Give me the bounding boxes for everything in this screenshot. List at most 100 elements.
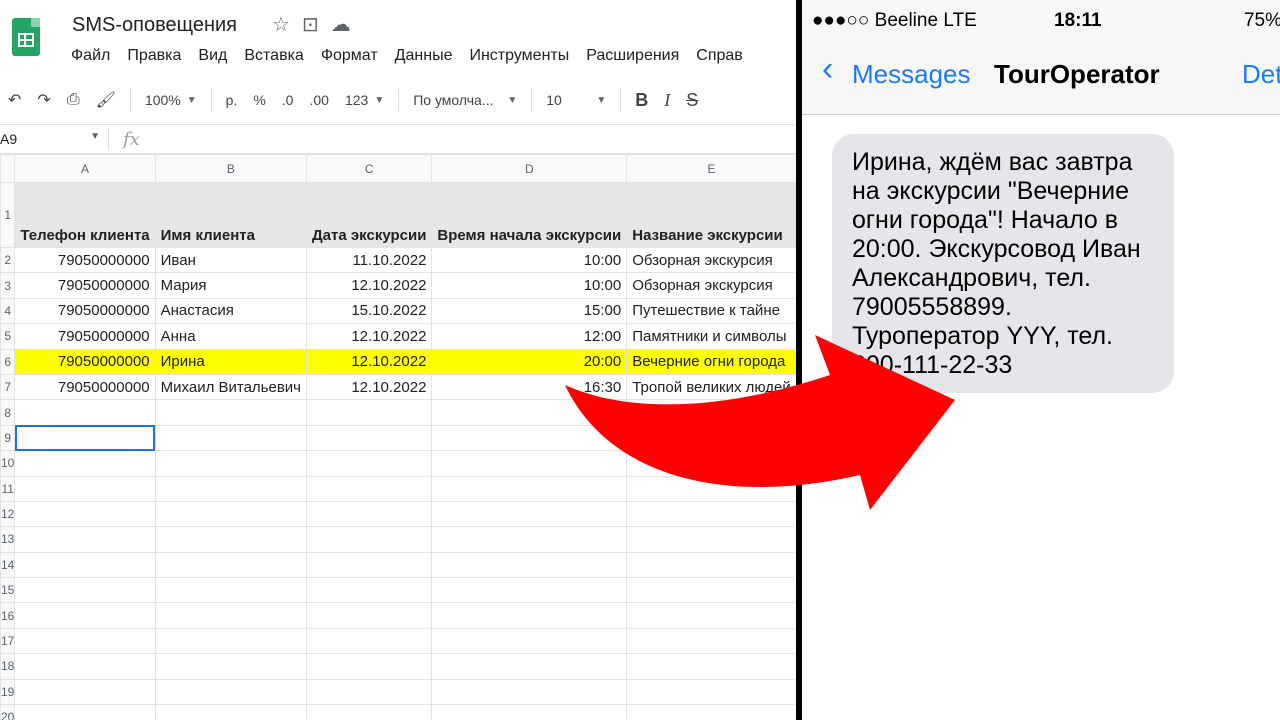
decrease-decimal-button[interactable]: .0	[274, 92, 302, 108]
star-icon[interactable]: ☆	[272, 12, 290, 37]
cell[interactable]	[626, 627, 797, 655]
cell[interactable]	[14, 577, 156, 604]
cell[interactable]	[431, 475, 628, 502]
strikethrough-button[interactable]: S	[678, 90, 706, 111]
cell[interactable]	[431, 627, 628, 655]
cell[interactable]: 12:00	[431, 323, 628, 350]
cell[interactable]: Памятники и символы	[626, 323, 797, 350]
font-select[interactable]: По умолча... ▼	[405, 92, 525, 108]
cell[interactable]: Телефон клиента	[14, 182, 156, 248]
cell[interactable]	[626, 526, 797, 553]
cell[interactable]: 79050000000	[14, 272, 156, 299]
cell[interactable]	[154, 399, 308, 426]
cell[interactable]: 79050000000	[14, 297, 156, 325]
cell[interactable]	[626, 500, 797, 528]
cell[interactable]	[154, 450, 308, 477]
menu-item[interactable]: Данные	[395, 47, 453, 65]
cell[interactable]	[305, 653, 433, 680]
cell[interactable]	[14, 551, 156, 579]
cell[interactable]: 10:00	[431, 272, 628, 299]
cell[interactable]	[14, 704, 156, 720]
cell[interactable]: 79050000000	[14, 246, 156, 274]
cell[interactable]	[154, 500, 308, 528]
cell[interactable]	[14, 678, 156, 706]
row-header[interactable]: 11	[0, 475, 16, 502]
cell[interactable]: Обзорная экскурсия	[626, 246, 797, 274]
cell[interactable]: Путешествие к тайне	[626, 297, 797, 325]
cell[interactable]: 11.10.2022	[305, 246, 433, 274]
cell[interactable]: Ирина	[154, 348, 308, 375]
cell[interactable]: 79050000000	[14, 323, 156, 350]
cell[interactable]	[14, 475, 156, 502]
details-button[interactable]: Det	[1242, 59, 1280, 90]
cell[interactable]	[626, 450, 797, 477]
cell[interactable]: Дата экскурсии	[305, 182, 433, 248]
row-header[interactable]: 6	[0, 348, 16, 375]
font-size-select[interactable]: 10 ▼	[538, 92, 614, 108]
cell[interactable]	[626, 577, 797, 604]
cell[interactable]: 16:30	[431, 373, 628, 401]
cell[interactable]: 15.10.2022	[305, 297, 433, 325]
cell[interactable]: 10:00	[431, 246, 628, 274]
row-header[interactable]: 2	[0, 246, 16, 274]
cell[interactable]	[626, 602, 797, 629]
name-box[interactable]: A9 ▼	[0, 131, 108, 147]
cell[interactable]	[14, 526, 156, 553]
row-header[interactable]: 13	[0, 526, 16, 553]
cell[interactable]	[305, 399, 433, 426]
cell[interactable]: 12.10.2022	[305, 373, 433, 401]
cell[interactable]	[626, 399, 797, 426]
formula-input[interactable]	[148, 125, 800, 153]
cell[interactable]	[154, 602, 308, 629]
cell[interactable]: Мария	[154, 272, 308, 299]
cell[interactable]	[14, 627, 156, 655]
cell[interactable]	[154, 577, 308, 604]
cell[interactable]: 20:00	[431, 348, 628, 375]
cell[interactable]: 79050000000	[14, 348, 156, 375]
cell[interactable]: Михаил Витальевич	[154, 373, 308, 401]
row-header[interactable]: 16	[0, 602, 16, 629]
menu-item[interactable]: Инструменты	[469, 47, 569, 65]
cell[interactable]	[431, 526, 628, 553]
cell[interactable]: Иван	[154, 246, 308, 274]
cell[interactable]	[431, 399, 628, 426]
cell[interactable]	[626, 551, 797, 579]
cell[interactable]	[154, 526, 308, 553]
cell[interactable]	[305, 678, 433, 706]
row-header[interactable]: 15	[0, 577, 16, 604]
cell[interactable]	[305, 551, 433, 579]
row-header[interactable]: 8	[0, 399, 16, 426]
cloud-status-icon[interactable]: ☁	[331, 12, 351, 37]
italic-button[interactable]: I	[656, 90, 678, 111]
cell[interactable]	[626, 653, 797, 680]
menu-item[interactable]: Правка	[127, 47, 181, 65]
row-header[interactable]: 20	[0, 704, 16, 720]
cell[interactable]	[154, 653, 308, 680]
cell[interactable]	[14, 399, 156, 426]
column-header[interactable]: D	[431, 154, 628, 183]
column-header[interactable]: A	[14, 154, 156, 183]
cell[interactable]	[305, 475, 433, 502]
cell[interactable]: Вечерние огни города	[626, 348, 797, 375]
sheets-logo-icon[interactable]	[12, 18, 40, 56]
cell[interactable]	[305, 500, 433, 528]
cell[interactable]	[626, 475, 797, 502]
cell[interactable]	[431, 653, 628, 680]
row-header[interactable]: 9	[0, 424, 16, 452]
selected-cell[interactable]	[14, 424, 156, 452]
more-formats-select[interactable]: 123 ▼	[337, 92, 392, 108]
cell[interactable]	[305, 526, 433, 553]
cell[interactable]	[305, 424, 433, 452]
row-header[interactable]: 12	[0, 500, 16, 528]
increase-decimal-button[interactable]: .00	[301, 92, 336, 108]
cell[interactable]	[431, 424, 628, 452]
paint-format-icon[interactable]: 🖌	[88, 90, 124, 110]
cell[interactable]	[431, 602, 628, 629]
cell[interactable]	[305, 627, 433, 655]
cell[interactable]	[154, 627, 308, 655]
select-all-corner[interactable]	[0, 154, 16, 183]
zoom-select[interactable]: 100% ▼	[137, 92, 205, 108]
menu-item[interactable]: Вставка	[244, 47, 303, 65]
cell[interactable]	[14, 500, 156, 528]
menu-item[interactable]: Файл	[71, 47, 110, 65]
